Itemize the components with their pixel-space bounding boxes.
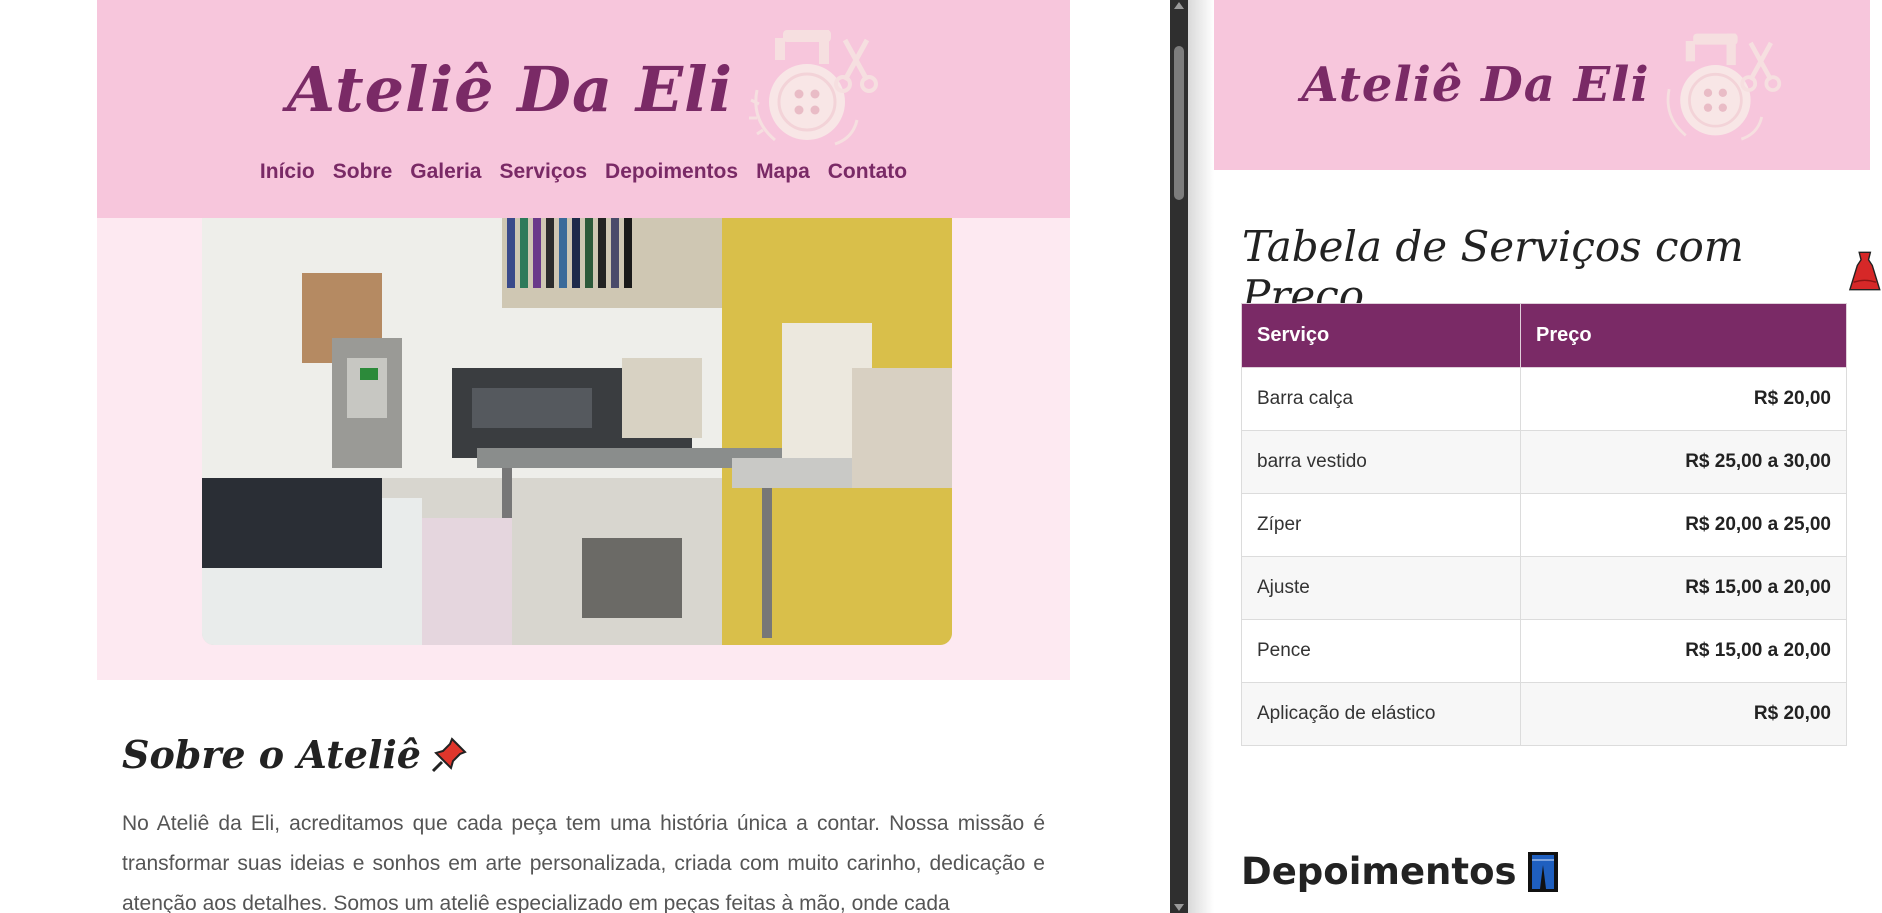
service-price: R$ 25,00 a 30,00	[1520, 430, 1847, 494]
brand-title-mobile[interactable]: Ateliê Da Eli	[1301, 57, 1649, 113]
service-name: Zíper	[1241, 493, 1521, 557]
dress-icon	[1849, 251, 1882, 291]
nav-item-depoimentos[interactable]: Depoimentos	[605, 160, 738, 184]
service-name: Aplicação de elástico	[1241, 682, 1521, 746]
brand: Ateliê Da Eli	[97, 28, 1070, 150]
nav-item-inicio[interactable]: Início	[260, 160, 315, 184]
table-row: Pence R$ 15,00 a 20,00	[1241, 619, 1847, 683]
service-name: Pence	[1241, 619, 1521, 683]
about-title: Sobre o Ateliê	[122, 732, 421, 777]
pane-scrollbar[interactable]	[1170, 0, 1188, 913]
brand-mobile: Ateliê Da Eli	[1214, 22, 1870, 147]
left-pane: Ateliê Da Eli Início Sobre Galeria Servi…	[0, 0, 1170, 913]
service-price: R$ 15,00 a 20,00	[1520, 619, 1847, 683]
sewing-button-logo-icon	[749, 30, 879, 146]
site-header: Ateliê Da Eli Início Sobre Galeria Servi…	[97, 0, 1070, 218]
service-price: R$ 20,00	[1520, 682, 1847, 746]
service-name: Ajuste	[1241, 556, 1521, 620]
table-row: Aplicação de elástico R$ 20,00	[1241, 682, 1847, 746]
table-header-row: Serviço Preço	[1241, 303, 1847, 368]
table-row: Zíper R$ 20,00 a 25,00	[1241, 493, 1847, 557]
about-heading: Sobre o Ateliê	[122, 732, 469, 777]
column-header-service: Serviço	[1241, 303, 1521, 368]
nav-item-galeria[interactable]: Galeria	[410, 160, 481, 184]
pushpin-icon	[431, 736, 467, 772]
brand-title[interactable]: Ateliê Da Eli	[287, 53, 733, 126]
service-name: Barra calça	[1241, 367, 1521, 431]
testimonials-title: Depoimentos	[1241, 850, 1517, 893]
jeans-icon	[1527, 851, 1558, 892]
nav-item-sobre[interactable]: Sobre	[333, 160, 393, 184]
main-nav: Início Sobre Galeria Serviços Depoimento…	[97, 160, 1070, 184]
site-header-mobile: Ateliê Da Eli	[1214, 0, 1870, 170]
service-price: R$ 20,00	[1520, 367, 1847, 431]
service-price: R$ 15,00 a 20,00	[1520, 556, 1847, 620]
nav-item-contato[interactable]: Contato	[828, 160, 907, 184]
divider-shadow	[1188, 0, 1214, 913]
table-row: Ajuste R$ 15,00 a 20,00	[1241, 556, 1847, 620]
column-header-price: Preço	[1520, 303, 1847, 368]
scroll-up-arrow-icon[interactable]	[1174, 2, 1184, 9]
table-row: Barra calça R$ 20,00	[1241, 367, 1847, 431]
nav-item-servicos[interactable]: Serviços	[499, 160, 587, 184]
about-paragraph: No Ateliê da Eli, acreditamos que cada p…	[122, 812, 1045, 913]
scrollbar-thumb[interactable]	[1174, 46, 1184, 200]
scroll-down-arrow-icon[interactable]	[1174, 904, 1184, 911]
nav-item-mapa[interactable]: Mapa	[756, 160, 810, 184]
service-name: barra vestido	[1241, 430, 1521, 494]
right-pane: Ateliê Da Eli Tabela de Serviços com Pre…	[1214, 0, 1882, 913]
sewing-button-logo-icon	[1666, 33, 1781, 141]
workshop-photo	[202, 218, 952, 645]
service-price: R$ 20,00 a 25,00	[1520, 493, 1847, 557]
table-row: barra vestido R$ 25,00 a 30,00	[1241, 430, 1847, 494]
testimonials-heading: Depoimentos	[1241, 850, 1559, 893]
services-table: Serviço Preço Barra calça R$ 20,00 barra…	[1241, 303, 1847, 746]
